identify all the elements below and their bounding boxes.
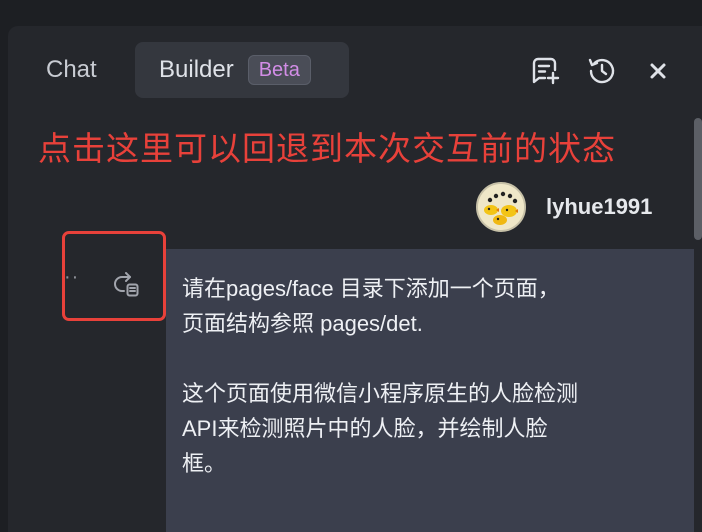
annotation-text: 点击这里可以回退到本次交互前的状态 <box>38 129 616 168</box>
builder-panel: Chat Builder Beta 点击这里可以回退到本次交互前的状态 lyhu… <box>8 26 702 532</box>
avatar-icon <box>476 182 526 232</box>
new-chat-button[interactable] <box>528 54 562 88</box>
tab-chat-label: Chat <box>46 56 97 83</box>
new-chat-icon <box>532 57 560 85</box>
history-icon <box>588 58 615 84</box>
annotation-highlight-box <box>62 231 166 321</box>
beta-badge: Beta <box>247 55 311 85</box>
close-button[interactable] <box>641 54 675 88</box>
tab-chat[interactable]: Chat <box>28 42 143 98</box>
user-message-bubble: 请在pages/face 目录下添加一个页面， 页面结构参照 pages/det… <box>166 249 694 532</box>
message-line: API来检测照片中的人脸，并绘制人脸 <box>182 416 548 441</box>
close-icon <box>650 63 666 79</box>
history-button[interactable] <box>585 54 619 88</box>
app-frame: Chat Builder Beta 点击这里可以回退到本次交互前的状态 lyhu… <box>0 0 702 532</box>
username: lyhue1991 <box>546 194 653 219</box>
scrollbar[interactable] <box>694 118 702 240</box>
message-line: 页面结构参照 pages/det. <box>182 311 423 336</box>
tab-builder[interactable]: Builder Beta <box>135 42 349 98</box>
message-line: 请在pages/face 目录下添加一个页面， <box>182 276 560 301</box>
message-line: 框。 <box>182 451 227 476</box>
message-line: 这个页面使用微信小程序原生的人脸检测 <box>182 381 579 406</box>
tab-builder-label: Builder <box>159 56 234 83</box>
